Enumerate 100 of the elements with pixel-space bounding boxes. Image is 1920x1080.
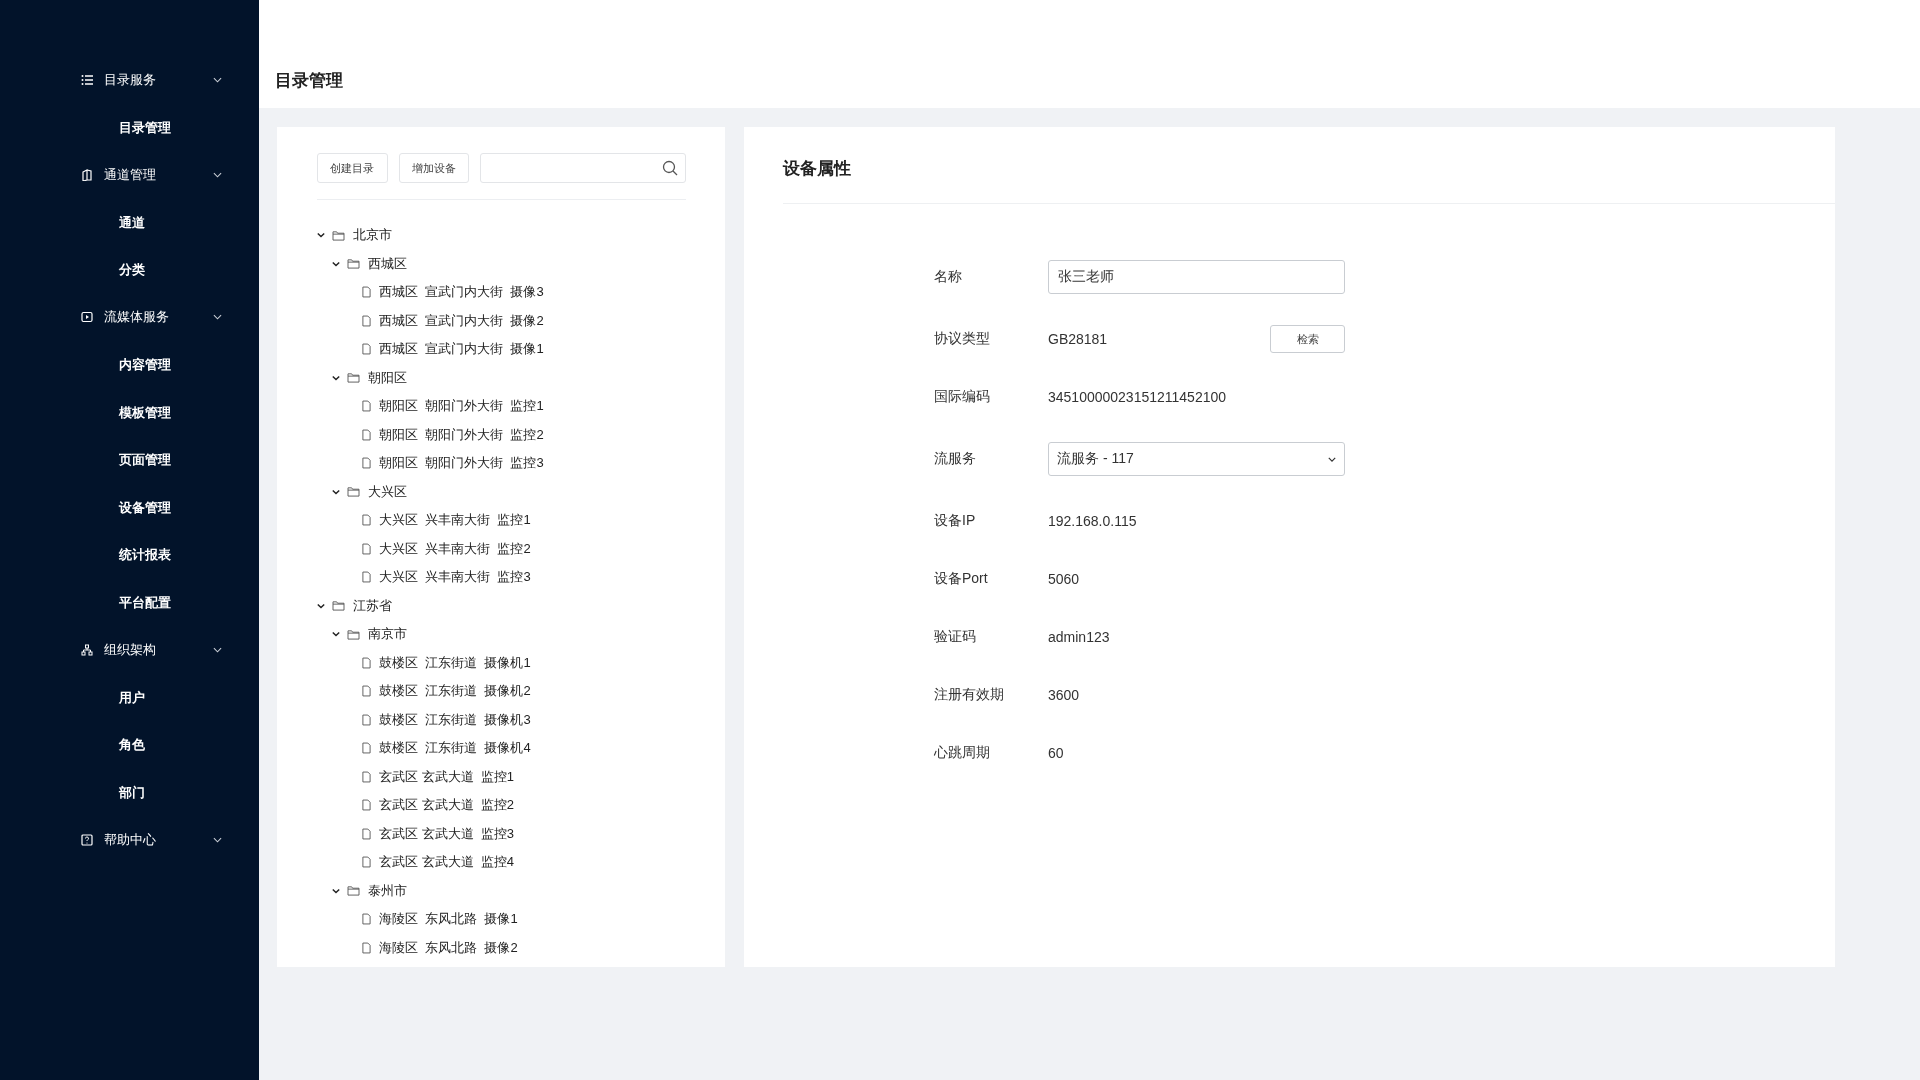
chevron-icon [1328,456,1336,462]
file-icon [362,343,371,356]
folder-icon [347,885,360,897]
sidebar-group-item[interactable]: 通道管理 [0,151,259,199]
tree-item[interactable]: 玄武区 玄武大道 监控4 [379,853,515,872]
tree-item[interactable]: 大兴区 兴丰南大街 监控3 [379,568,531,587]
folder-icon [347,258,360,270]
caret-icon[interactable] [317,232,325,239]
sidebar-item[interactable]: 统计报表 [0,531,259,579]
tree-item[interactable]: 西城区 [368,254,407,273]
toolbar-button[interactable]: 创建目录 [317,153,388,183]
field-value: 34510000023151211452100 [1048,389,1227,405]
tree-item[interactable]: 海陵区 东风北路 摄像1 [379,910,518,929]
sidebar-item[interactable]: 通道 [0,198,259,246]
field-label: 协议类型 [934,330,991,348]
field-value: 60 [1048,745,1064,761]
file-icon [362,457,371,470]
sidebar-group-item[interactable]: 流媒体服务 [0,293,259,341]
sidebar-item[interactable]: 目录管理 [0,103,259,151]
folder-icon [347,628,360,640]
tree-item[interactable]: 江苏省 [353,596,392,615]
caret-icon[interactable] [332,260,340,267]
field-value: 5060 [1048,571,1080,587]
file-icon [362,286,371,299]
tree-item[interactable]: 朝阳区 朝阳门外大街 监控2 [379,425,544,444]
tree-item[interactable]: 朝阳区 [368,368,407,387]
field-value: GB28181 [1048,331,1108,347]
file-icon [362,428,371,441]
tree-item[interactable]: 鼓楼区 江东街道 摄像机2 [379,682,531,701]
file-icon [362,799,371,812]
tree-item[interactable]: 鼓楼区 江东街道 摄像机4 [379,739,531,758]
sidebar-item[interactable]: 页面管理 [0,436,259,484]
sidebar-group-item[interactable]: 帮助中心 [0,816,259,864]
file-icon [362,856,371,869]
tree-item[interactable]: 海陵区 东风北路 摄像2 [379,938,518,957]
file-icon [362,941,371,954]
sidebar-item[interactable]: 部门 [0,768,259,816]
sidebar-group-item[interactable]: 目录服务 [0,56,259,104]
search-field[interactable] [480,153,686,183]
file-icon [362,913,371,926]
sidebar-item[interactable]: 设备管理 [0,483,259,531]
folder-icon [332,229,345,241]
sidebar-item[interactable]: 模板管理 [0,388,259,436]
film-icon [81,311,93,324]
field-value: 192.168.0.115 [1048,513,1137,529]
folder-icon [347,372,360,384]
folder-icon [347,486,360,498]
tree-item[interactable]: 大兴区 兴丰南大街 监控1 [379,511,531,530]
sidebar-item[interactable]: 内容管理 [0,341,259,389]
tree-item[interactable]: 玄武区 玄武大道 监控3 [379,824,515,843]
tree-item[interactable]: 北京市 [353,226,392,245]
sidebar-group-item[interactable]: 组织架构 [0,626,259,674]
field-value: 3600 [1048,687,1080,703]
tree-item[interactable]: 南京市 [368,625,407,644]
panel-title: 设备属性 [783,157,1835,204]
field-label: 设备IP [934,512,977,530]
tree-item[interactable]: 朝阳区 朝阳门外大街 监控1 [379,397,544,416]
tree-item[interactable]: 玄武区 玄武大道 监控2 [379,796,515,815]
file-icon [362,742,371,755]
sidebar-item[interactable]: 平台配置 [0,578,259,626]
file-icon [362,827,371,840]
folder-icon [332,600,345,612]
file-icon [362,770,371,783]
file-icon [362,685,371,698]
tree-item[interactable]: 大兴区 [368,482,407,501]
sidebar-item[interactable]: 角色 [0,721,259,769]
search-button[interactable]: 检索 [1270,325,1345,353]
caret-icon[interactable] [332,887,340,894]
tree-item[interactable]: 鼓楼区 江东街道 摄像机3 [379,710,531,729]
field-label: 名称 [934,268,963,286]
search-icon [662,160,678,176]
tree-item[interactable]: 泰州市 [368,881,407,900]
sidebar-item[interactable]: 用户 [0,673,259,721]
sidebar-group-label: 流媒体服务 [104,308,169,327]
tree-item[interactable]: 西城区 宣武门内大街 摄像3 [379,283,544,302]
sidebar-item[interactable]: 分类 [0,246,259,294]
toolbar-button[interactable]: 增加设备 [398,153,469,183]
name-input-field[interactable]: 张三老师 [1048,260,1345,294]
tree-item[interactable]: 鼓楼区 江东街道 摄像机1 [379,653,531,672]
tree-item[interactable]: 朝阳区 朝阳门外大街 监控3 [379,454,544,473]
field-label: 设备Port [934,570,989,588]
file-icon [362,514,371,527]
file-icon [362,542,371,555]
tree-item[interactable]: 西城区 宣武门内大街 摄像1 [379,340,544,359]
file-icon [362,656,371,669]
caret-icon[interactable] [332,374,340,381]
caret-icon[interactable] [332,631,340,638]
file-icon [362,314,371,327]
field-label: 心跳周期 [934,744,991,762]
tree-item[interactable]: 大兴区 兴丰南大街 监控2 [379,539,531,558]
caret-icon[interactable] [332,488,340,495]
file-icon [362,571,371,584]
field-label: 注册有效期 [934,686,1005,704]
caret-icon[interactable] [317,602,325,609]
field-label: 流服务 [934,450,977,468]
tree-item[interactable]: 西城区 宣武门内大街 摄像2 [379,311,544,330]
sidebar-group-label: 帮助中心 [104,830,156,849]
tree-item[interactable]: 玄武区 玄武大道 监控1 [379,767,515,786]
select-field[interactable]: 流服务 - 117 [1048,442,1345,476]
book-icon [81,168,93,181]
